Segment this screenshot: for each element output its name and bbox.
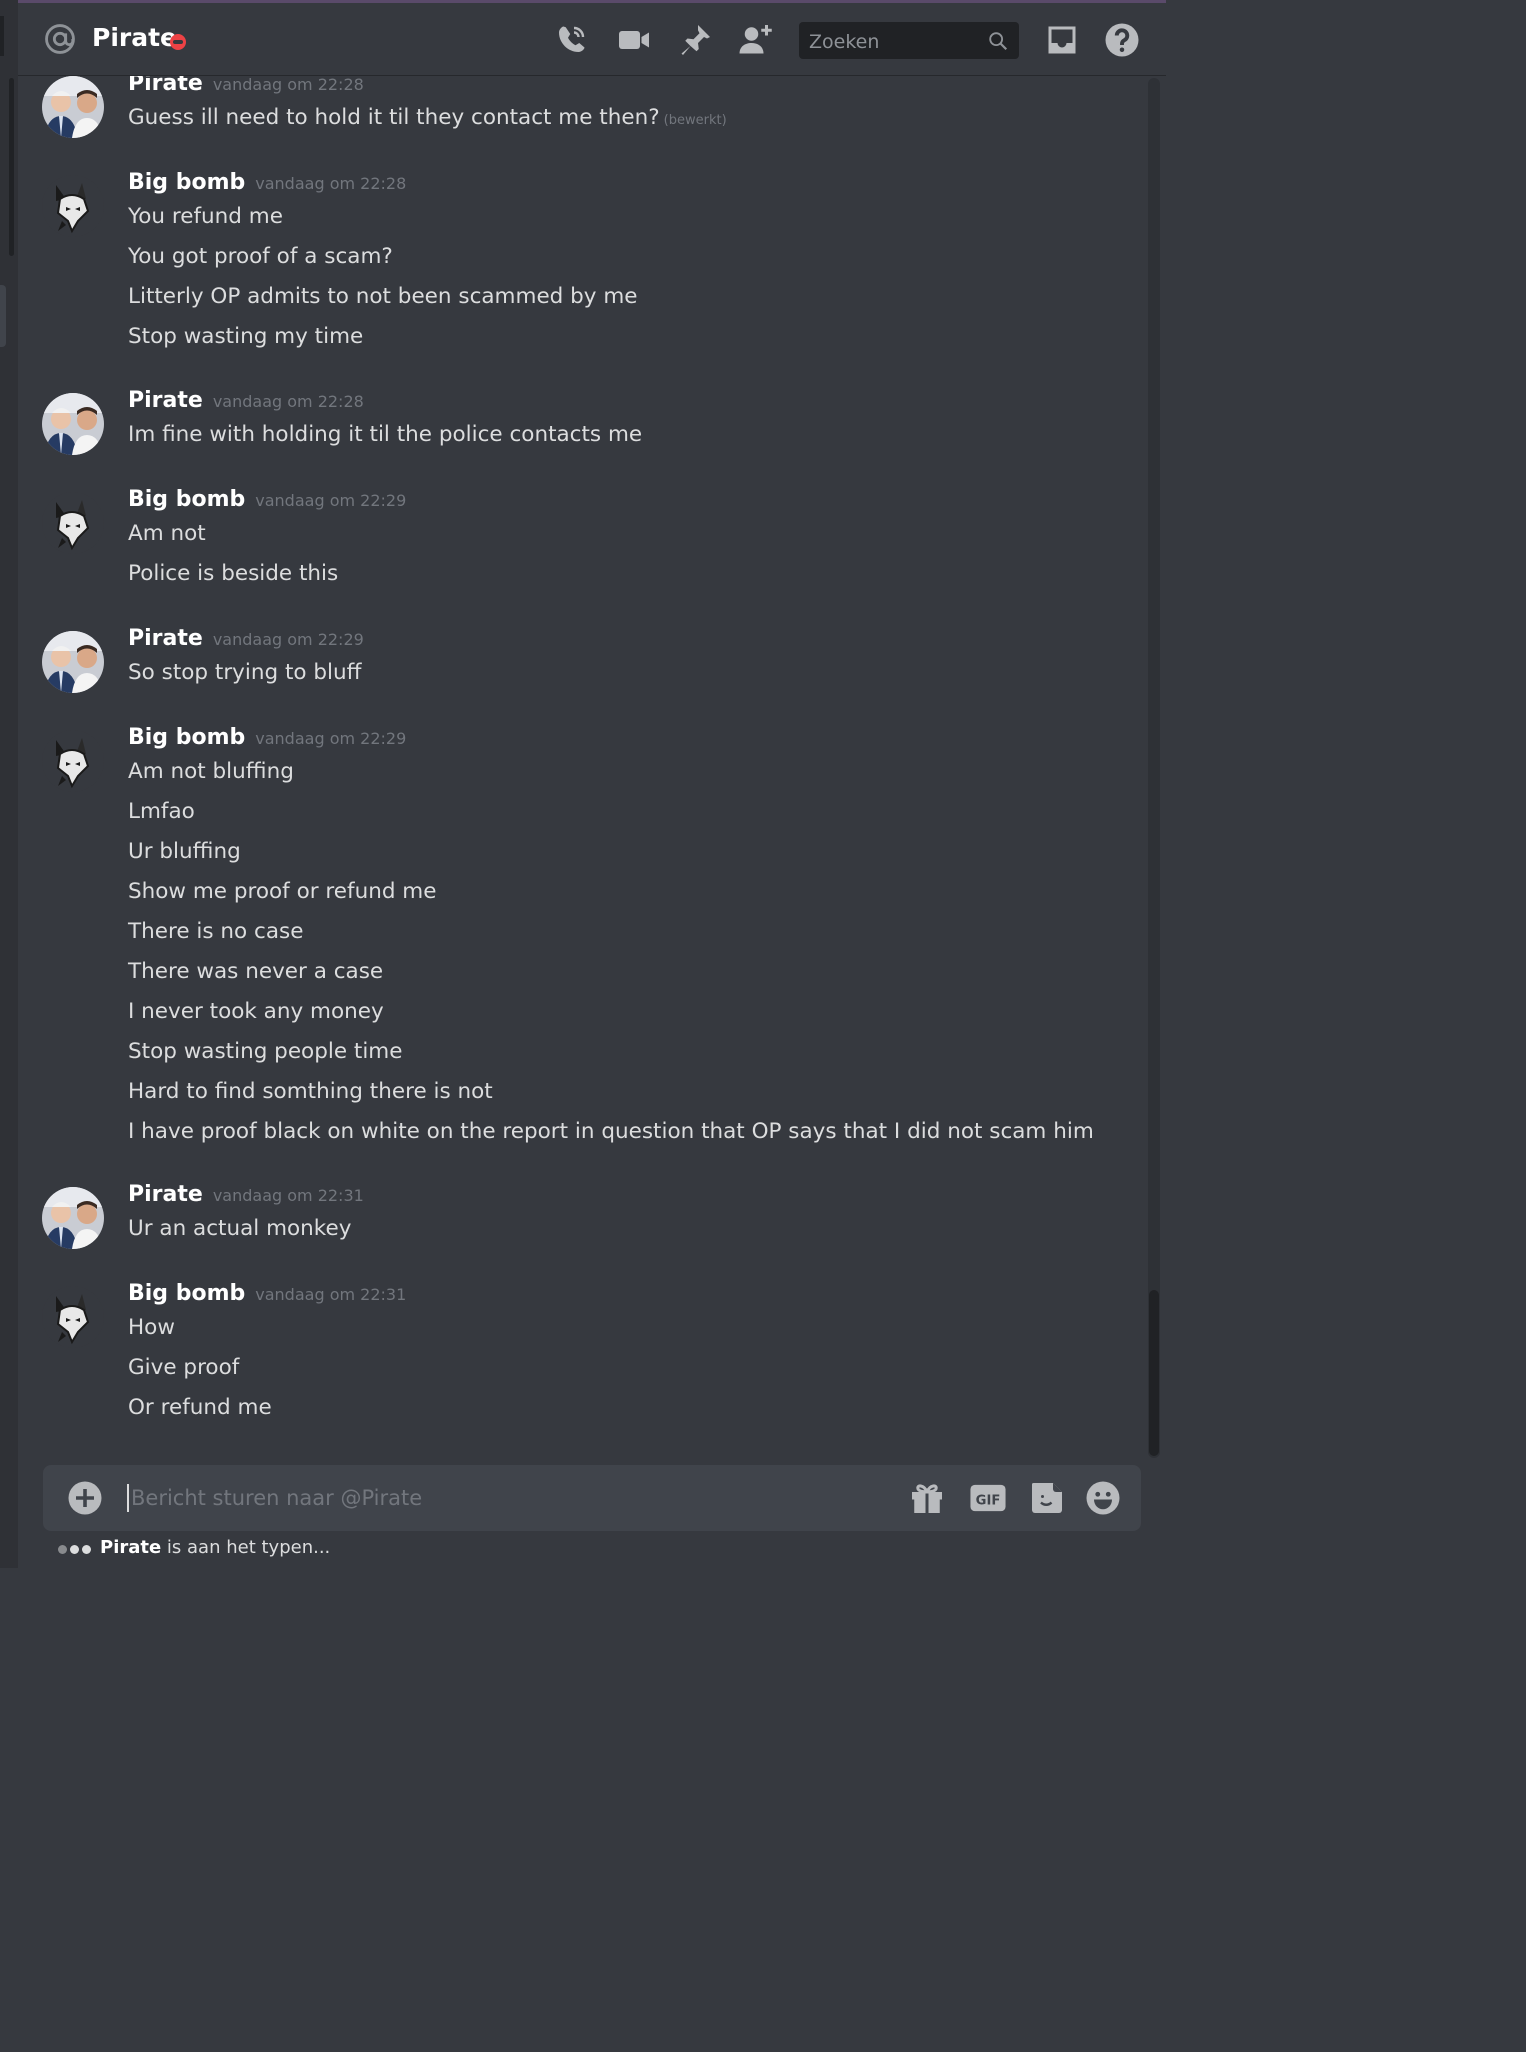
message-text: Give proof	[128, 1355, 240, 1380]
search-input[interactable]	[799, 22, 991, 61]
inbox-icon[interactable]	[1044, 22, 1080, 58]
message-text: I have proof black on white on the repor…	[128, 1119, 1094, 1144]
message-timestamp: vandaag om 22:28	[212, 392, 364, 411]
message-text: You got proof of a scam?	[128, 244, 393, 269]
pirate-avatar-image	[42, 393, 104, 455]
pirate-avatar-image	[42, 1187, 104, 1249]
scrollbar-thumb[interactable]	[1149, 1290, 1159, 1456]
typing-dots-icon	[58, 1538, 94, 1559]
svg-text:GIF: GIF	[976, 1494, 1001, 1509]
message-scrollbar[interactable]	[1148, 78, 1160, 1458]
message-text: How	[128, 1315, 175, 1340]
video-icon[interactable]	[616, 22, 652, 58]
gift-icon[interactable]	[909, 1480, 945, 1516]
message-text: Ur bluffing	[128, 839, 241, 864]
message-author[interactable]: Big bomb vandaag om 22:31	[128, 1281, 406, 1306]
add-friend-icon[interactable]	[738, 22, 774, 58]
bigbomb-avatar-image	[42, 175, 104, 237]
sidebar-pill	[0, 285, 6, 347]
message-author[interactable]: Big bomb vandaag om 22:29	[128, 487, 406, 512]
sidebar-indicator	[0, 16, 4, 56]
avatar-pirate[interactable]	[42, 76, 104, 138]
avatar-bigbomb[interactable]	[42, 730, 104, 792]
message-text: Im fine with holding it til the police c…	[128, 422, 643, 447]
at-icon	[45, 24, 75, 54]
message-text: Stop wasting people time	[128, 1039, 403, 1064]
help-icon[interactable]	[1104, 22, 1140, 58]
message-text: So stop trying to bluff	[128, 660, 362, 685]
message-text: I never took any money	[128, 999, 384, 1024]
avatar-pirate[interactable]	[42, 631, 104, 693]
channel-header: Pirate	[18, 0, 1166, 76]
message-text: Guess ill need to hold it til they conta…	[128, 105, 727, 130]
message-text: There is no case	[128, 919, 304, 944]
message-timestamp: vandaag om 22:31	[212, 1186, 364, 1205]
message-timestamp: vandaag om 22:31	[255, 1285, 407, 1304]
avatar-bigbomb[interactable]	[42, 175, 104, 237]
pirate-avatar-image	[42, 631, 104, 693]
message-text: You refund me	[128, 204, 283, 229]
message-author[interactable]: Big bomb vandaag om 22:29	[128, 725, 406, 750]
message-text: Or refund me	[128, 1395, 272, 1420]
message-text: Ur an actual monkey	[128, 1216, 352, 1241]
bigbomb-avatar-image	[42, 492, 104, 554]
message-text: Litterly OP admits to not been scammed b…	[128, 284, 638, 309]
message-author[interactable]: Pirate vandaag om 22:31	[128, 1182, 364, 1207]
bigbomb-avatar-image	[42, 1286, 104, 1348]
gif-icon[interactable]: GIF	[969, 1480, 1007, 1516]
dnd-status-icon	[170, 34, 186, 50]
avatar-pirate[interactable]	[42, 1187, 104, 1249]
message-author[interactable]: Pirate vandaag om 22:29	[128, 626, 364, 651]
bigbomb-avatar-image	[42, 730, 104, 792]
channel-title: Pirate	[92, 23, 177, 52]
sticker-icon[interactable]	[1029, 1480, 1065, 1516]
search-box[interactable]	[799, 22, 1019, 61]
message-text: Am not	[128, 521, 206, 546]
message-timestamp: vandaag om 22:29	[212, 630, 364, 649]
message-author[interactable]: Big bomb vandaag om 22:28	[128, 170, 406, 195]
message-text: Hard to find somthing there is not	[128, 1079, 493, 1104]
typing-user: Pirate	[100, 1537, 162, 1558]
message-text: Police is beside this	[128, 561, 339, 586]
message-composer: GIF	[43, 1465, 1141, 1531]
call-icon[interactable]	[553, 22, 589, 58]
message-timestamp: vandaag om 22:28	[255, 174, 407, 193]
pin-icon[interactable]	[677, 22, 713, 58]
emoji-icon[interactable]	[1085, 1480, 1121, 1516]
server-sidebar-edge	[0, 0, 18, 1568]
message-timestamp: vandaag om 22:29	[255, 729, 407, 748]
pirate-avatar-image	[42, 76, 104, 138]
message-input[interactable]	[127, 1484, 827, 1512]
message-text: Stop wasting my time	[128, 324, 364, 349]
message-author[interactable]: Pirate vandaag om 22:28	[128, 388, 364, 413]
message-text: Lmfao	[128, 799, 195, 824]
message-timestamp: vandaag om 22:29	[255, 491, 407, 510]
typing-indicator: Pirate is aan het typen...	[58, 1537, 330, 1559]
sidebar-scrollbar[interactable]	[9, 78, 14, 256]
message-text: There was never a case	[128, 959, 384, 984]
avatar-bigbomb[interactable]	[42, 1286, 104, 1348]
message-text: Am not bluffing	[128, 759, 294, 784]
add-attachment-icon[interactable]	[67, 1480, 103, 1516]
edited-label: (bewerkt)	[663, 113, 727, 128]
message-list: Pirate vandaag om 22:28 Guess ill need to…	[18, 76, 1146, 1460]
avatar-bigbomb[interactable]	[42, 492, 104, 554]
message-author[interactable]: Pirate vandaag om 22:28	[128, 76, 364, 96]
message-text: Show me proof or refund me	[128, 879, 437, 904]
avatar-pirate[interactable]	[42, 393, 104, 455]
typing-text: is aan het typen...	[161, 1537, 331, 1558]
search-icon	[989, 32, 1008, 51]
message-timestamp: vandaag om 22:28	[212, 76, 364, 94]
